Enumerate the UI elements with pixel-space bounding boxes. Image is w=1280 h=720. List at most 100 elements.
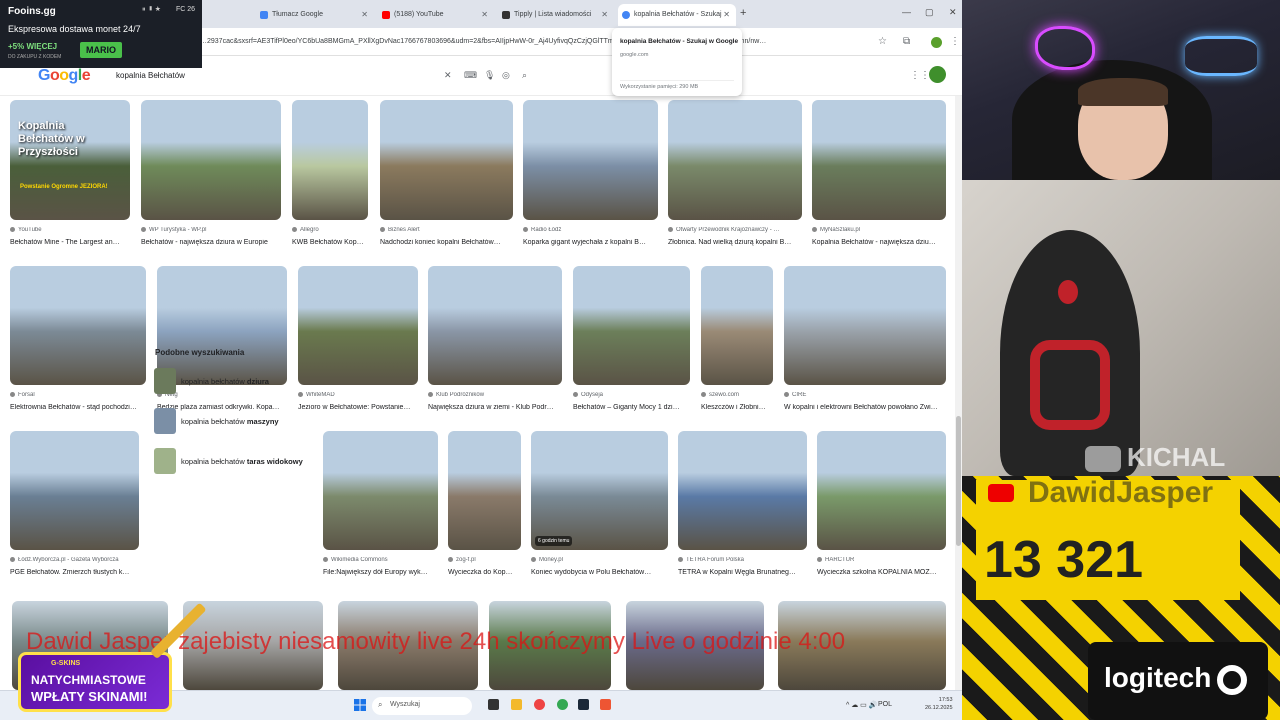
result-source[interactable]: WhiteMAD	[298, 392, 418, 398]
result-title[interactable]: Kleszczów i Złobni…	[701, 404, 773, 411]
result-thumbnail[interactable]	[668, 100, 802, 220]
scrollbar-thumb[interactable]	[956, 416, 961, 546]
result-title[interactable]: Największa dziura w ziemi - Klub Podr…	[428, 404, 562, 411]
result-title[interactable]: W kopalni i elektrowni Bełchatów powołan…	[784, 404, 946, 411]
result-title[interactable]: Bełchatów - największa dziura w Europie	[141, 239, 281, 246]
scrollbar[interactable]	[955, 96, 962, 690]
maximize-button[interactable]: ▢	[925, 7, 934, 18]
close-icon[interactable]: ✕	[361, 10, 368, 19]
image-result[interactable]: TETRA Forum Polska TETRA w Kopalni Węgla …	[678, 431, 807, 588]
result-title[interactable]: Jezioro w Bełchatowie: Powstanie…	[298, 404, 418, 411]
result-source[interactable]: zog-f.pl	[448, 557, 521, 563]
result-title[interactable]: Bełchatów Mine - The Largest an…	[10, 239, 130, 246]
result-source[interactable]: Money.pl	[531, 557, 668, 563]
result-thumbnail[interactable]	[678, 431, 807, 550]
result-title[interactable]: Kopalnia Bełchatów - największa dziu…	[812, 239, 946, 246]
result-title[interactable]: KWB Bełchatów Kop…	[292, 239, 368, 246]
task-view-icon[interactable]	[488, 699, 499, 710]
image-result[interactable]: Otwarty Przewodnik Krajoznawczy - … Złobn…	[668, 100, 802, 258]
result-thumbnail[interactable]	[323, 431, 438, 550]
result-source[interactable]: MyNaSzlaku.pl	[812, 227, 946, 233]
image-result[interactable]: Kopalnia Bełchatów w Przyszłości Powstani…	[10, 100, 130, 258]
image-result[interactable]: Forsal Elektrownia Bełchatów - stąd pocho…	[10, 266, 146, 423]
result-title[interactable]: Koniec wydobycia w Polu Bełchatów…	[531, 569, 668, 576]
result-thumbnail[interactable]	[573, 266, 690, 385]
result-source[interactable]: Wikimedia Commons	[323, 557, 438, 563]
related-search-item[interactable]: kopalnia bełchatów maszyny	[154, 408, 308, 434]
clear-icon[interactable]: ✕	[444, 70, 452, 81]
result-title[interactable]: TETRA w Kopalni Węgla Brunatneg…	[678, 569, 807, 576]
related-search-item[interactable]: kopalnia bełchatów taras widokowy	[154, 448, 308, 474]
menu-icon[interactable]: ⋮	[950, 36, 960, 47]
tab-translate[interactable]: Tłumacz Google ✕	[256, 4, 374, 26]
tab-youtube[interactable]: (5188) YouTube ✕	[378, 4, 494, 26]
minimize-button[interactable]: —	[902, 7, 911, 17]
image-result[interactable]: zog-f.pl Wycieczka do Kop…	[448, 431, 521, 588]
result-thumbnail[interactable]	[701, 266, 773, 385]
result-source[interactable]: CIRE	[784, 392, 946, 398]
result-thumbnail[interactable]	[141, 100, 281, 220]
image-result[interactable]: Klub Podróżników Największa dziura w ziem…	[428, 266, 562, 423]
search-box[interactable]: kopalnia Bełchatów ✕ ⌨ 🎙 ◎ ⌕	[102, 65, 542, 87]
related-search-item[interactable]: kopalnia bełchatów dziura	[154, 368, 308, 394]
extensions-icon[interactable]: ⧉	[903, 36, 910, 47]
image-result[interactable]: Odyseja Bełchatów – Giganty Mocy 1 dzi…	[573, 266, 690, 423]
language-indicator[interactable]: POL	[878, 701, 892, 708]
result-thumbnail[interactable]	[523, 100, 658, 220]
windows-start-icon[interactable]	[354, 699, 366, 711]
result-source[interactable]: WP Turystyka - WP.pl	[141, 227, 281, 233]
result-thumbnail[interactable]	[428, 266, 562, 385]
image-result[interactable]: Łódź.Wyborcza.pl - Gazeta Wyborcza PGE Be…	[10, 431, 139, 588]
keyboard-icon[interactable]: ⌨	[464, 70, 477, 81]
result-thumbnail[interactable]	[10, 266, 146, 385]
result-thumbnail[interactable]	[817, 431, 946, 550]
image-result[interactable]: Biznes Alert Nadchodzi koniec kopalni Beł…	[380, 100, 513, 258]
opera-icon[interactable]	[534, 699, 545, 710]
result-source[interactable]: HARCTUR	[817, 557, 946, 563]
image-result[interactable]: MyNaSzlaku.pl Kopalnia Bełchatów - najwię…	[812, 100, 946, 258]
image-result[interactable]: WhiteMAD Jezioro w Bełchatowie: Powstanie…	[298, 266, 418, 423]
result-source[interactable]: Otwarty Przewodnik Krajoznawczy - …	[668, 227, 802, 233]
result-thumbnail[interactable]	[380, 100, 513, 220]
image-result[interactable]: CIRE W kopalni i elektrowni Bełchatów pow…	[784, 266, 946, 423]
image-result[interactable]: szewo.com Kleszczów i Złobni…	[701, 266, 773, 423]
search-icon[interactable]: ⌕	[522, 70, 527, 81]
result-thumbnail[interactable]	[784, 266, 946, 385]
close-icon[interactable]: ✕	[601, 10, 608, 19]
system-tray[interactable]: ^ ☁ ▭ 🔊	[846, 701, 877, 709]
result-title[interactable]: PGE Bełchatów. Zmierzch tłustych k…	[10, 569, 139, 576]
result-source[interactable]: Biznes Alert	[380, 227, 513, 233]
result-thumbnail[interactable]: Kopalnia Bełchatów w Przyszłości Powstani…	[10, 100, 130, 220]
tab-tipply[interactable]: Tipply | Lista wiadomości ✕	[498, 4, 614, 26]
lens-icon[interactable]: ◎	[502, 70, 510, 81]
new-tab-button[interactable]: +	[740, 7, 746, 19]
result-source[interactable]: Allegro	[292, 227, 368, 233]
chrome-icon[interactable]	[557, 699, 568, 710]
result-source[interactable]: Odyseja	[573, 392, 690, 398]
file-explorer-icon[interactable]	[511, 699, 522, 710]
url-field[interactable]: …2937cac&sxsrf=AE3TifPl0eo/YC6bUa8BMGmA_…	[200, 33, 870, 51]
image-result[interactable]: Allegro KWB Bełchatów Kop…	[292, 100, 368, 258]
result-source[interactable]: Radio Łódź	[523, 227, 658, 233]
tab-google-search[interactable]: kopalnia Bełchatów - Szukaj ✕	[618, 4, 736, 26]
obs-icon[interactable]	[600, 699, 611, 710]
result-thumbnail[interactable]: 6 godzin temu	[531, 431, 668, 550]
google-logo[interactable]: Google	[38, 67, 91, 85]
result-title[interactable]: File:Największy dół Europy wyk…	[323, 569, 438, 576]
result-thumbnail[interactable]	[448, 431, 521, 550]
result-source[interactable]: Klub Podróżników	[428, 392, 562, 398]
image-result[interactable]: HARCTUR Wycieczka szkolna KOPALNIA MOŻ…	[817, 431, 946, 588]
result-thumbnail[interactable]	[10, 431, 139, 550]
result-title[interactable]: Wycieczka szkolna KOPALNIA MOŻ…	[817, 569, 946, 576]
result-title[interactable]: Nadchodzi koniec kopalni Bełchatów…	[380, 239, 513, 246]
result-source[interactable]: szewo.com	[701, 392, 773, 398]
close-icon[interactable]: ✕	[723, 10, 730, 19]
image-result[interactable]: 6 godzin temu Money.pl Koniec wydobycia w …	[531, 431, 668, 588]
result-title[interactable]: Elektrownia Bełchatów - stąd pochodzi…	[10, 404, 146, 411]
result-source[interactable]: TETRA Forum Polska	[678, 557, 807, 563]
star-icon[interactable]: ☆	[878, 36, 887, 47]
clock[interactable]: 17:53 26.12.2025	[925, 696, 953, 712]
result-thumbnail[interactable]	[292, 100, 368, 220]
result-title[interactable]: Bełchatów – Giganty Mocy 1 dzi…	[573, 404, 690, 411]
result-thumbnail[interactable]	[298, 266, 418, 385]
